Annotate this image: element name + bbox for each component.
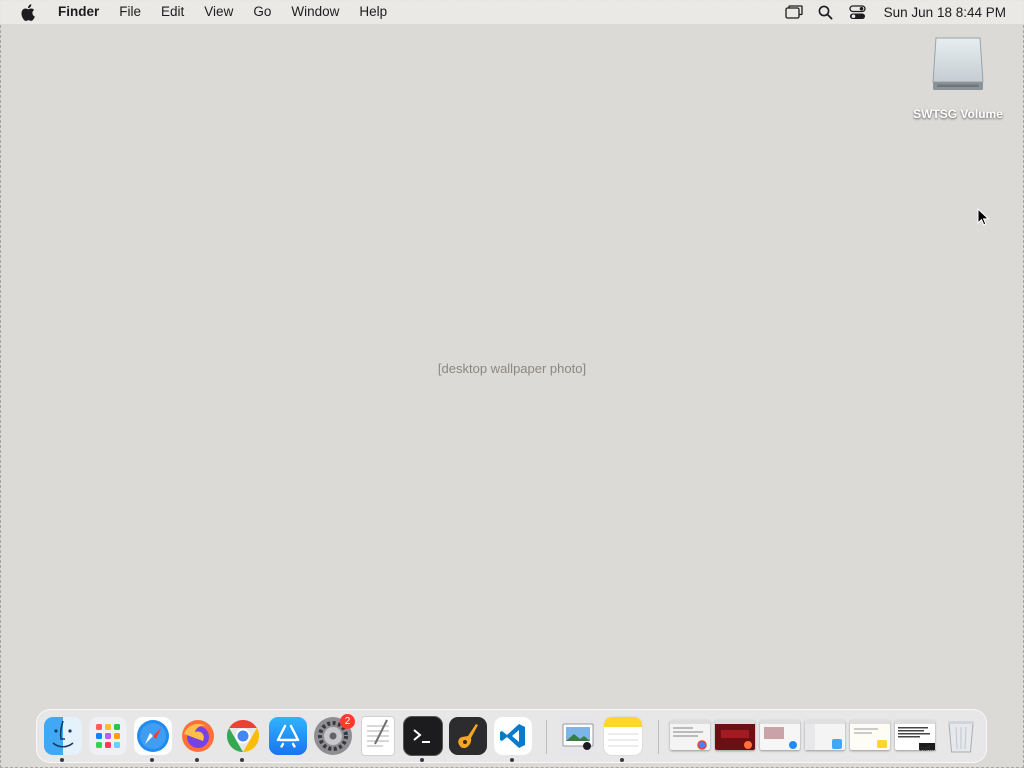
chrome-window-thumbnail[interactable] [670, 720, 710, 750]
chrome-icon [224, 717, 262, 755]
dock-item-safari[interactable] [133, 716, 173, 762]
trash-icon [942, 717, 980, 755]
terminal-icon [403, 716, 443, 756]
launchpad-icon [89, 717, 127, 755]
desktop-wallpaper: [desktop wallpaper photo] [0, 0, 1024, 768]
spotlight-search-icon[interactable] [815, 0, 837, 24]
dock-item-trash[interactable] [941, 716, 981, 756]
dock-item-chrome[interactable] [223, 716, 263, 762]
dock-item-garageband[interactable] [448, 716, 488, 756]
notes-window-thumbnail[interactable] [850, 720, 890, 750]
menu-edit[interactable]: Edit [151, 0, 194, 24]
dock-item-finder[interactable] [43, 716, 83, 762]
garageband-icon [449, 717, 487, 755]
menu-bar-clock[interactable]: Sun Jun 18 8:44 PM [884, 5, 1006, 20]
safari-icon [134, 717, 172, 755]
external-drive-icon[interactable] [929, 34, 987, 99]
dock-item-launchpad[interactable] [88, 716, 128, 756]
terminal-running-indicator [420, 758, 424, 762]
screen-mirroring-icon[interactable] [783, 0, 805, 24]
notes-icon [603, 716, 643, 756]
dock: 2 [36, 709, 987, 763]
menu-view[interactable]: View [194, 0, 243, 24]
mouse-cursor-icon [977, 207, 990, 231]
dock-item-vscode[interactable] [493, 716, 533, 762]
dock-separator [546, 720, 547, 754]
textedit-icon [361, 716, 395, 756]
safari-running-indicator [150, 758, 154, 762]
system-settings-icon: 2 [314, 714, 355, 755]
dock-separator [658, 720, 659, 754]
dock-item-preview[interactable] [558, 716, 598, 756]
finder-icon [44, 717, 82, 755]
menu-help[interactable]: Help [349, 0, 397, 24]
notes-running-indicator [620, 758, 624, 762]
firefox-running-indicator [195, 758, 199, 762]
finder-window-thumbnail[interactable] [805, 720, 845, 750]
firefox-icon [179, 717, 217, 755]
settings-notification-badge: 2 [340, 714, 355, 729]
control-center-icon[interactable] [847, 0, 869, 24]
apple-menu-icon[interactable] [18, 3, 36, 21]
dock-item-firefox[interactable] [178, 716, 218, 762]
vscode-icon [494, 717, 532, 755]
terminal-thumbnail-label: curl... [919, 746, 937, 753]
dock-item-terminal[interactable] [403, 716, 443, 762]
chrome-running-indicator [240, 758, 244, 762]
menu-window[interactable]: Window [281, 0, 349, 24]
menu-file[interactable]: File [109, 0, 151, 24]
firefox-window-thumbnail[interactable] [715, 720, 755, 750]
preview-icon [559, 717, 597, 755]
dock-item-system-settings[interactable]: 2 [313, 714, 355, 756]
app-store-icon [269, 717, 307, 755]
menu-go[interactable]: Go [243, 0, 281, 24]
menu-app-finder[interactable]: Finder [50, 0, 109, 24]
wallpaper-caption: [desktop wallpaper photo] [437, 361, 587, 376]
menu-bar: Finder File Edit View Go Window Help Sun… [0, 0, 1024, 24]
desktop-volume-label: SWTSG Volume [913, 107, 1003, 121]
dock-item-textedit[interactable] [358, 716, 398, 756]
safari-window-thumbnail[interactable] [760, 720, 800, 750]
finder-running-indicator [60, 758, 64, 762]
vscode-running-indicator [510, 758, 514, 762]
dock-item-notes[interactable] [603, 716, 643, 762]
dock-item-app-store[interactable] [268, 716, 308, 756]
desktop-volume[interactable]: SWTSG Volume [906, 34, 1010, 121]
